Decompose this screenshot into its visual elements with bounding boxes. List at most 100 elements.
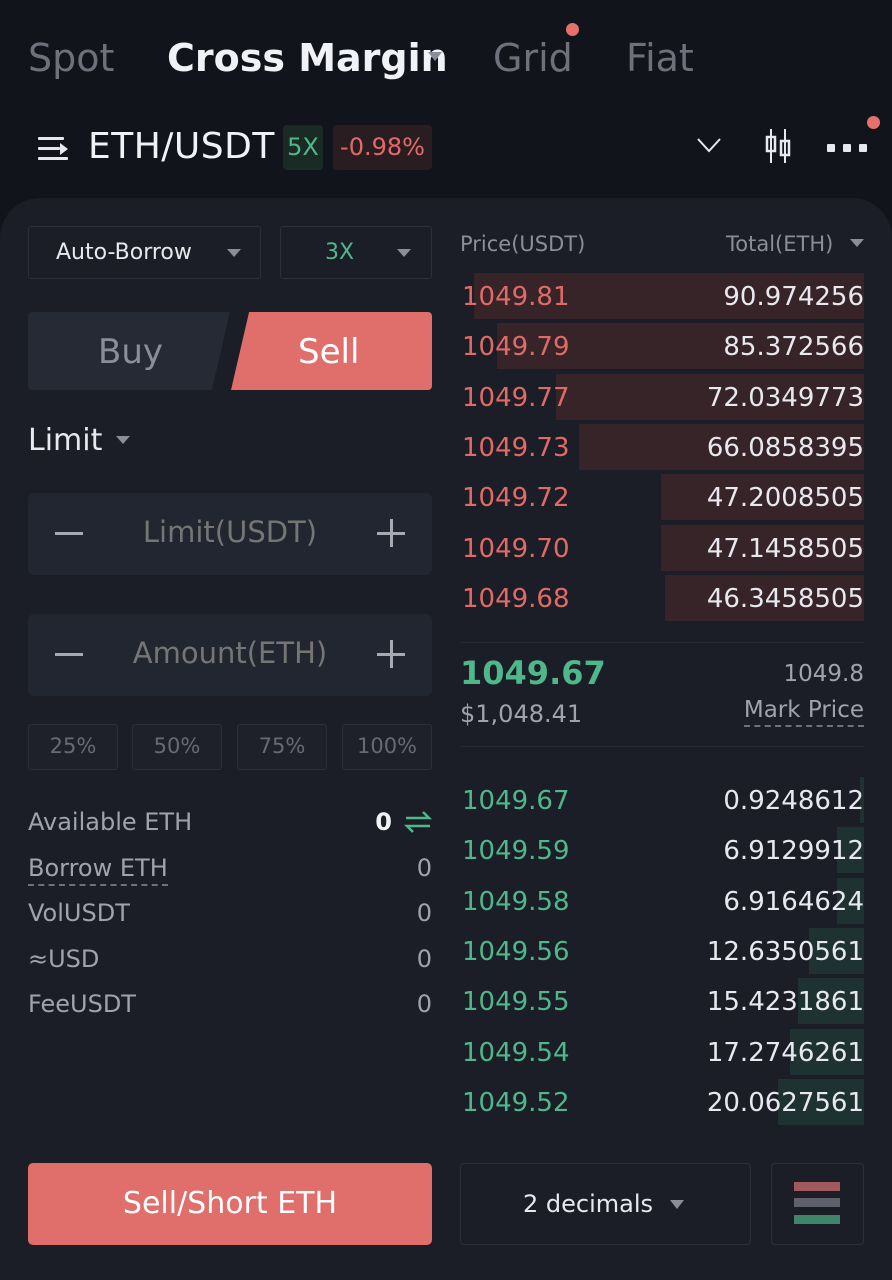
percent-25-button[interactable]: 25% <box>28 724 118 770</box>
sell-short-button[interactable]: Sell/Short ETH <box>28 1163 432 1245</box>
bid-total: 20.0627561 <box>706 1087 864 1118</box>
tab-fiat[interactable]: Fiat <box>626 36 694 80</box>
notification-dot <box>566 23 579 36</box>
ask-row[interactable]: 1049.81 90.974256 <box>460 273 864 319</box>
buy-sell-toggle: Buy Sell <box>28 312 432 390</box>
bid-row[interactable]: 1049.58 6.9164624 <box>460 877 864 924</box>
caret-down-icon[interactable] <box>116 436 130 444</box>
bid-row[interactable]: 1049.67 0.9248612 <box>460 777 864 823</box>
sell-label: Sell <box>298 332 360 372</box>
tab-spot[interactable]: Spot <box>28 36 114 80</box>
info-label[interactable]: Borrow ETH <box>28 854 168 886</box>
info-label: ≈USD <box>28 945 100 973</box>
pair-name[interactable]: ETH/USDT <box>88 126 275 167</box>
orderbook-layout-button[interactable] <box>771 1163 864 1245</box>
ask-row[interactable]: 1049.77 72.0349773 <box>460 373 864 420</box>
plus-icon[interactable] <box>390 640 393 668</box>
amount-stepper <box>28 614 432 696</box>
ask-total: 47.2008505 <box>706 483 864 514</box>
decimals-select[interactable]: 2 decimals <box>460 1163 751 1245</box>
candlestick-chart-icon[interactable] <box>764 128 792 164</box>
bid-row[interactable]: 1049.55 15.4231861 <box>460 978 864 1025</box>
total-column-header[interactable]: Total(ETH) <box>726 232 833 256</box>
layout-bar-neutral <box>794 1198 840 1207</box>
buy-tab[interactable]: Buy <box>28 312 230 390</box>
ask-price: 1049.73 <box>462 432 570 463</box>
bid-price: 1049.52 <box>462 1087 570 1118</box>
trading-mode-tabs: Spot Cross Margin Grid Fiat <box>0 0 892 110</box>
bid-row[interactable]: 1049.54 17.2746261 <box>460 1028 864 1075</box>
ask-total: 85.372566 <box>723 332 864 363</box>
ask-total: 90.974256 <box>723 282 864 312</box>
notification-dot <box>867 116 880 129</box>
bid-price: 1049.56 <box>462 936 570 967</box>
leverage-value: 3X <box>325 240 355 265</box>
bid-total: 12.6350561 <box>706 936 864 967</box>
leverage-select[interactable]: 3X <box>280 226 432 279</box>
ask-row[interactable]: 1049.72 47.2008505 <box>460 474 864 521</box>
ask-row[interactable]: 1049.73 66.0858395 <box>460 423 864 470</box>
margin-mode-select[interactable]: Auto-Borrow <box>28 226 261 279</box>
ask-row[interactable]: 1049.79 85.372566 <box>460 323 864 370</box>
ask-total: 46.3458505 <box>706 583 864 614</box>
info-fee: FeeUSDT 0 <box>28 990 432 1026</box>
bid-total: 15.4231861 <box>706 987 864 1018</box>
ask-price: 1049.72 <box>462 483 570 514</box>
ask-price: 1049.81 <box>462 282 570 312</box>
caret-down-icon <box>670 1200 684 1209</box>
ask-price: 1049.79 <box>462 332 570 363</box>
bid-row[interactable]: 1049.59 6.9129912 <box>460 827 864 874</box>
ask-row[interactable]: 1049.70 47.1458505 <box>460 524 864 571</box>
price-column-header: Price(USDT) <box>460 232 586 256</box>
plus-icon[interactable] <box>390 519 393 547</box>
info-value: 0 <box>375 808 392 836</box>
bid-price: 1049.54 <box>462 1037 570 1068</box>
mark-price-value: 1049.8 <box>783 661 864 687</box>
sell-tab[interactable]: Sell <box>231 312 432 390</box>
percent-100-button[interactable]: 100% <box>342 724 432 770</box>
divider <box>460 642 864 643</box>
chevron-down-icon[interactable] <box>697 137 721 153</box>
info-label: Available ETH <box>28 808 193 836</box>
ask-total: 66.0858395 <box>706 432 864 463</box>
more-icon[interactable] <box>827 144 867 152</box>
caret-down-icon <box>227 249 241 257</box>
price-change-badge: -0.98% <box>333 125 432 170</box>
bid-price: 1049.55 <box>462 987 570 1018</box>
ask-total: 47.1458505 <box>706 533 864 564</box>
bid-row[interactable]: 1049.52 20.0627561 <box>460 1078 864 1125</box>
bid-total: 17.2746261 <box>706 1037 864 1068</box>
tab-grid[interactable]: Grid <box>493 36 573 80</box>
info-label: FeeUSDT <box>28 990 136 1018</box>
bid-price: 1049.67 <box>462 786 570 816</box>
caret-down-icon[interactable] <box>850 239 864 247</box>
orderbook-layout-icon <box>794 1182 840 1191</box>
ask-price: 1049.77 <box>462 382 570 413</box>
last-price-usd: $1,048.41 <box>460 700 583 728</box>
info-label: VolUSDT <box>28 899 130 927</box>
menu-icon[interactable] <box>38 137 68 161</box>
info-usd: ≈USD 0 <box>28 945 432 981</box>
order-type-select[interactable]: Limit <box>28 423 102 458</box>
mark-price-label[interactable]: Mark Price <box>743 697 864 727</box>
transfer-icon[interactable] <box>404 808 432 836</box>
amount-input[interactable] <box>28 636 432 670</box>
leverage-badge: 5X <box>283 125 323 170</box>
caret-down-icon[interactable] <box>428 52 442 61</box>
percent-50-button[interactable]: 50% <box>132 724 222 770</box>
price-input[interactable] <box>28 515 432 549</box>
bid-row[interactable]: 1049.56 12.6350561 <box>460 927 864 974</box>
ask-row[interactable]: 1049.68 46.3458505 <box>460 574 864 621</box>
price-stepper <box>28 493 432 575</box>
percent-75-button[interactable]: 75% <box>237 724 327 770</box>
bid-total: 6.9129912 <box>723 836 864 867</box>
tab-cross-margin[interactable]: Cross Margin <box>167 36 448 80</box>
info-value: 0 <box>416 990 432 1018</box>
bid-price: 1049.58 <box>462 886 570 917</box>
ask-price: 1049.70 <box>462 533 570 564</box>
ask-total: 72.0349773 <box>706 382 864 413</box>
layout-bar-bid <box>794 1215 840 1224</box>
caret-down-icon <box>397 249 411 257</box>
margin-mode-value: Auto-Borrow <box>56 240 192 265</box>
info-value: 0 <box>416 854 432 882</box>
